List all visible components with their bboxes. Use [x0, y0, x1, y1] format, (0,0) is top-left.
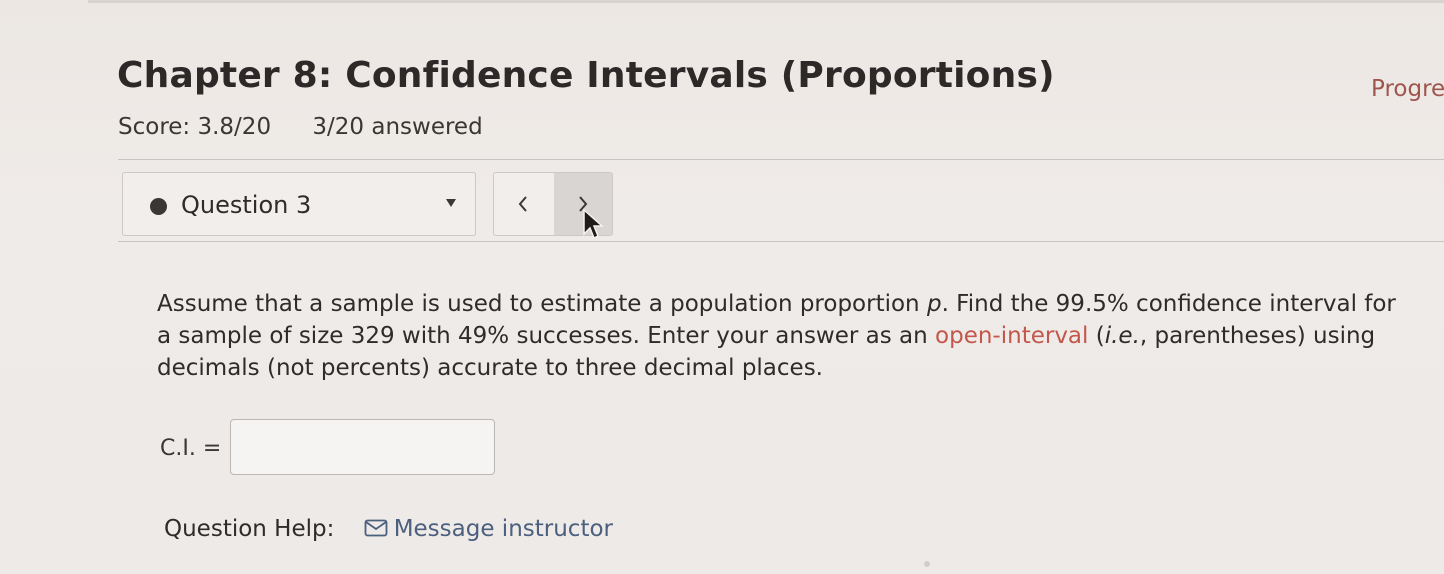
envelope-icon — [364, 519, 388, 536]
screen-speck — [924, 561, 930, 567]
message-instructor-link[interactable]: Message instructor — [394, 516, 613, 542]
question-ie: i.e. — [1104, 323, 1140, 349]
page-title: Chapter 8: Confidence Intervals (Proport… — [117, 55, 1055, 96]
question-text: Assume that a sample is used to estimate… — [157, 288, 1407, 384]
question-text-part: ( — [1088, 323, 1105, 349]
caret-down-icon — [446, 199, 456, 207]
mouse-pointer-icon — [583, 208, 604, 240]
open-interval-link[interactable]: open-interval — [935, 323, 1088, 349]
chevron-left-icon — [518, 196, 527, 212]
question-select[interactable]: Question 3 — [122, 172, 476, 236]
score-text: Score: 3.8/20 — [118, 114, 272, 140]
question-status-dot-icon — [150, 198, 167, 215]
nav-divider — [118, 241, 1444, 242]
score-row: Score: 3.8/20 3/20 answered — [118, 114, 483, 140]
question-help-label: Question Help: — [164, 516, 335, 542]
question-text-part: Assume that a sample is used to estimate… — [157, 291, 927, 317]
answered-count: 3/20 answered — [312, 114, 483, 140]
header-divider — [118, 159, 1444, 160]
ci-answer-input[interactable] — [230, 419, 495, 475]
progress-link[interactable]: Progre — [1371, 76, 1444, 102]
question-help: Question Help: Message instructor — [164, 516, 613, 542]
previous-question-button[interactable] — [494, 173, 555, 235]
question-select-label: Question 3 — [181, 191, 312, 219]
ci-label: C.I. = — [160, 436, 222, 461]
question-variable: p — [926, 291, 942, 317]
top-divider — [88, 0, 1444, 3]
